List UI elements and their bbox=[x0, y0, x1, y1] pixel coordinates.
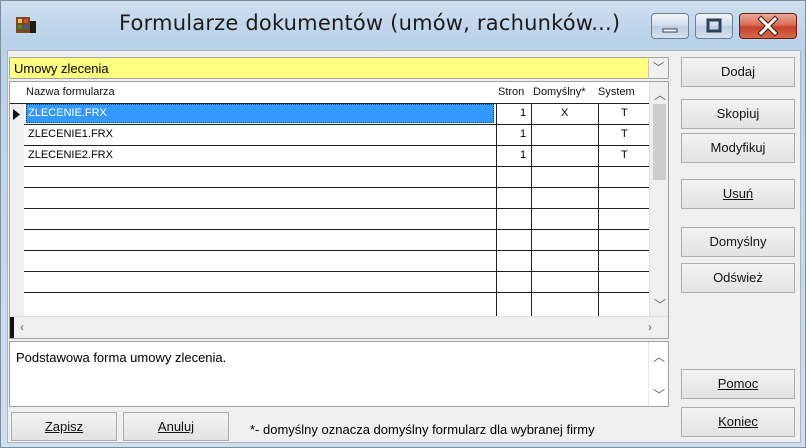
maximize-icon bbox=[706, 18, 722, 33]
refresh-button[interactable]: Odśwież bbox=[681, 263, 795, 293]
chevron-left-icon[interactable]: ‹ bbox=[20, 320, 24, 334]
scrollbar-thumb[interactable] bbox=[653, 104, 666, 180]
grid-divider bbox=[10, 250, 649, 251]
row-marker-column bbox=[10, 104, 24, 316]
chevron-right-icon[interactable]: › bbox=[648, 320, 652, 334]
cancel-button[interactable]: Anuluj bbox=[123, 412, 229, 441]
title-bar[interactable]: Formularze dokumentów (umów, rachunków..… bbox=[1, 1, 805, 49]
grid-divider bbox=[598, 103, 599, 316]
form-description-textarea[interactable]: Podstawowa forma umowy zlecenia. ︿ ﹀ bbox=[9, 341, 669, 407]
form-name-cell[interactable]: ZLECENIE2.FRX bbox=[28, 149, 113, 161]
close-window-button[interactable] bbox=[739, 13, 797, 39]
grid-divider bbox=[10, 292, 649, 293]
grid-divider bbox=[10, 124, 649, 125]
grid-divider bbox=[496, 103, 497, 316]
description-vertical-scrollbar[interactable]: ︿ ﹀ bbox=[648, 342, 668, 406]
window-title: Formularze dokumentów (umów, rachunków..… bbox=[119, 11, 621, 35]
column-header-pages[interactable]: Stron bbox=[498, 82, 524, 103]
scrollbar-thumb[interactable] bbox=[10, 317, 14, 338]
chevron-down-icon[interactable]: ﹀ bbox=[653, 386, 665, 403]
column-header-default[interactable]: Domyślny* bbox=[533, 82, 586, 103]
chevron-up-icon[interactable]: ︿ bbox=[654, 86, 666, 103]
save-button[interactable]: Zapisz bbox=[11, 412, 117, 441]
grid-divider bbox=[10, 208, 649, 209]
delete-button[interactable]: Usuń bbox=[681, 179, 795, 209]
app-window-icon[interactable] bbox=[15, 15, 37, 35]
maximize-button[interactable] bbox=[695, 13, 733, 39]
add-button[interactable]: Dodaj bbox=[681, 57, 795, 87]
system-cell[interactable]: T bbox=[621, 149, 628, 161]
grid-divider bbox=[10, 271, 649, 272]
close-button[interactable]: Koniec bbox=[681, 407, 795, 437]
forms-grid[interactable]: Nazwa formularza Stron Domyślny* System … bbox=[9, 81, 669, 339]
pages-cell[interactable]: 1 bbox=[520, 128, 526, 140]
grid-divider bbox=[531, 103, 532, 316]
modify-button[interactable]: Modyfikuj bbox=[681, 133, 795, 163]
system-cell[interactable]: T bbox=[621, 107, 628, 119]
document-category-select[interactable]: Umowy zlecenia ﹀ bbox=[9, 57, 669, 79]
set-default-button[interactable]: Domyślny bbox=[681, 227, 795, 257]
chevron-down-icon[interactable]: ﹀ bbox=[648, 58, 668, 78]
form-name-cell[interactable]: ZLECENIE1.FRX bbox=[28, 128, 113, 140]
grid-divider bbox=[10, 166, 649, 167]
minimize-icon bbox=[662, 28, 678, 33]
column-header-name[interactable]: Nazwa formularza bbox=[26, 82, 115, 103]
column-header-system[interactable]: System bbox=[598, 82, 635, 103]
system-cell[interactable]: T bbox=[621, 128, 628, 140]
application-window: Formularze dokumentów (umów, rachunków..… bbox=[0, 0, 806, 448]
grid-vertical-scrollbar[interactable]: ︿ ﹀ bbox=[649, 82, 668, 316]
document-category-value: Umowy zlecenia bbox=[14, 61, 109, 76]
default-cell[interactable]: X bbox=[561, 107, 568, 119]
default-footnote: *- domyślny oznacza domyślny formularz d… bbox=[250, 422, 595, 437]
close-icon bbox=[757, 15, 779, 37]
copy-button[interactable]: Skopiuj bbox=[681, 99, 795, 129]
form-description-text: Podstawowa forma umowy zlecenia. bbox=[16, 350, 227, 365]
help-button[interactable]: Pomoc bbox=[681, 369, 795, 399]
chevron-up-icon[interactable]: ︿ bbox=[653, 348, 665, 365]
grid-divider bbox=[10, 187, 649, 188]
grid-divider bbox=[10, 145, 649, 146]
pages-cell[interactable]: 1 bbox=[520, 107, 526, 119]
minimize-button[interactable] bbox=[651, 13, 689, 39]
chevron-down-icon[interactable]: ﹀ bbox=[654, 296, 666, 313]
current-row-pointer-icon bbox=[13, 109, 20, 120]
pages-cell[interactable]: 1 bbox=[520, 149, 526, 161]
grid-divider bbox=[10, 229, 649, 230]
grid-horizontal-scrollbar[interactable]: ‹ › bbox=[10, 316, 668, 338]
form-name-cell[interactable]: ZLECENIE.FRX bbox=[28, 107, 107, 119]
